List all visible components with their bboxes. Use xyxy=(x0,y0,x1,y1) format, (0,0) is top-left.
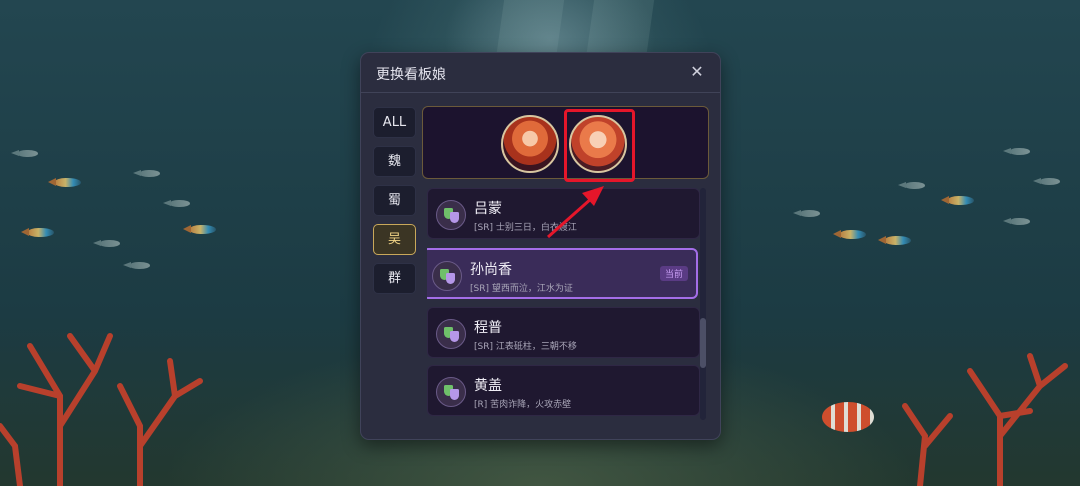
character-desc: [SR] 江表砥柱，三朝不移 xyxy=(474,342,577,352)
coral-left xyxy=(0,333,203,486)
fish xyxy=(93,240,120,247)
list-scrollbar[interactable] xyxy=(700,188,706,420)
list-item-lvmeng[interactable]: 吕蒙 [SR] 士别三日，白衣渡江 xyxy=(427,188,700,239)
fish xyxy=(941,196,974,205)
fish xyxy=(878,236,911,245)
character-desc: [SR] 望西而泣，江水为证 xyxy=(470,284,573,294)
mask-icon xyxy=(436,200,466,230)
clownfish xyxy=(822,402,874,432)
avatar-option-1[interactable] xyxy=(501,115,559,173)
dialog-title: 更换看板娘 xyxy=(376,67,446,83)
list-item-huanggai[interactable]: 黄盖 [R] 苦肉诈降，火攻赤壁 xyxy=(427,365,700,416)
tab-qun[interactable]: 群 xyxy=(373,263,416,294)
mask-icon xyxy=(436,319,466,349)
fish xyxy=(123,262,150,269)
character-name: 程普 xyxy=(474,320,502,336)
character-desc: [SR] 士别三日，白衣渡江 xyxy=(474,223,577,233)
change-mascot-dialog: 更换看板娘 ✕ ALL 魏 蜀 吴 群 吕蒙 [SR] 士别三日，白衣渡江 孙尚… xyxy=(360,52,721,440)
fish xyxy=(133,170,160,177)
fish xyxy=(11,150,38,157)
fish xyxy=(898,182,925,189)
fish xyxy=(793,210,820,217)
character-list: 吕蒙 [SR] 士别三日，白衣渡江 孙尚香 [SR] 望西而泣，江水为证 当前 … xyxy=(427,188,703,420)
tab-shu[interactable]: 蜀 xyxy=(373,185,416,216)
scrollbar-thumb[interactable] xyxy=(700,318,706,368)
current-badge: 当前 xyxy=(659,266,688,281)
annotation-highlight-box xyxy=(564,109,635,182)
mask-icon xyxy=(432,261,462,291)
character-name: 孙尚香 xyxy=(470,262,512,278)
faction-tabs: ALL 魏 蜀 吴 群 xyxy=(373,107,416,302)
fish xyxy=(21,228,54,237)
list-item-chengpu[interactable]: 程普 [SR] 江表砥柱，三朝不移 xyxy=(427,307,700,358)
fish xyxy=(1003,218,1030,225)
tab-all[interactable]: ALL xyxy=(373,107,416,138)
character-name: 吕蒙 xyxy=(474,201,502,217)
close-icon[interactable]: ✕ xyxy=(688,63,706,81)
mask-icon xyxy=(436,377,466,407)
character-name: 黄盖 xyxy=(474,378,502,394)
fish xyxy=(1003,148,1030,155)
character-desc: [R] 苦肉诈降，火攻赤壁 xyxy=(474,400,572,410)
list-item-sunshangxiang[interactable]: 孙尚香 [SR] 望西而泣，江水为证 当前 xyxy=(427,248,698,299)
dialog-header: 更换看板娘 ✕ xyxy=(361,53,720,93)
fish xyxy=(183,225,216,234)
fish xyxy=(833,230,866,239)
tab-wei[interactable]: 魏 xyxy=(373,146,416,177)
fish xyxy=(48,178,81,187)
coral-right xyxy=(902,353,1068,486)
tab-wu[interactable]: 吴 xyxy=(373,224,416,255)
fish xyxy=(1033,178,1060,185)
fish xyxy=(163,200,190,207)
